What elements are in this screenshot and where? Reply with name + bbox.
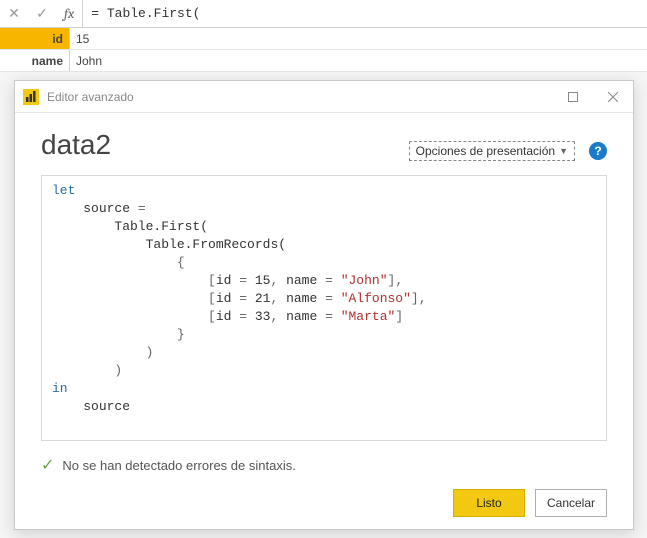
table-row[interactable]: nameJohn xyxy=(0,50,647,72)
dialog-title: Editor avanzado xyxy=(47,90,553,104)
row-header[interactable]: id xyxy=(0,28,70,49)
row-value: John xyxy=(70,50,647,71)
formula-actions: ✕ ✓ fx xyxy=(0,0,83,27)
dialog-titlebar: Editor avanzado xyxy=(15,81,633,113)
chevron-down-icon: ▼ xyxy=(559,146,568,156)
query-name: data2 xyxy=(41,129,111,161)
table-row[interactable]: id15 xyxy=(0,28,647,50)
dialog-body: data2 Opciones de presentación ▼ ? let s… xyxy=(15,113,633,529)
display-options-dropdown[interactable]: Opciones de presentación ▼ xyxy=(409,141,575,161)
formula-input[interactable] xyxy=(83,0,647,27)
help-icon[interactable]: ? xyxy=(589,142,607,160)
close-button[interactable] xyxy=(593,81,633,113)
row-header[interactable]: name xyxy=(0,50,70,71)
done-button[interactable]: Listo xyxy=(453,489,525,517)
app-icon xyxy=(15,81,47,113)
check-icon: ✓ xyxy=(41,455,54,475)
syntax-status-text: No se han detectado errores de sintaxis. xyxy=(62,458,295,473)
dialog-header-right: Opciones de presentación ▼ ? xyxy=(409,141,607,161)
window-buttons xyxy=(553,81,633,113)
row-value: 15 xyxy=(70,28,647,49)
maximize-button[interactable] xyxy=(553,81,593,113)
advanced-editor-dialog: Editor avanzado data2 Opciones de presen… xyxy=(14,80,634,530)
record-preview-grid: id15nameJohn xyxy=(0,28,647,72)
commit-formula-button[interactable]: ✓ xyxy=(28,0,56,27)
dialog-buttons: Listo Cancelar xyxy=(41,475,607,517)
dialog-header-row: data2 Opciones de presentación ▼ ? xyxy=(41,129,607,161)
cancel-button[interactable]: Cancelar xyxy=(535,489,607,517)
display-options-label: Opciones de presentación xyxy=(416,144,555,158)
code-editor[interactable]: let source = Table.First( Table.FromReco… xyxy=(41,175,607,441)
cancel-formula-button[interactable]: ✕ xyxy=(0,0,28,27)
syntax-status: ✓ No se han detectado errores de sintaxi… xyxy=(41,441,607,475)
fx-label: fx xyxy=(56,5,82,22)
formula-bar: ✕ ✓ fx xyxy=(0,0,647,28)
